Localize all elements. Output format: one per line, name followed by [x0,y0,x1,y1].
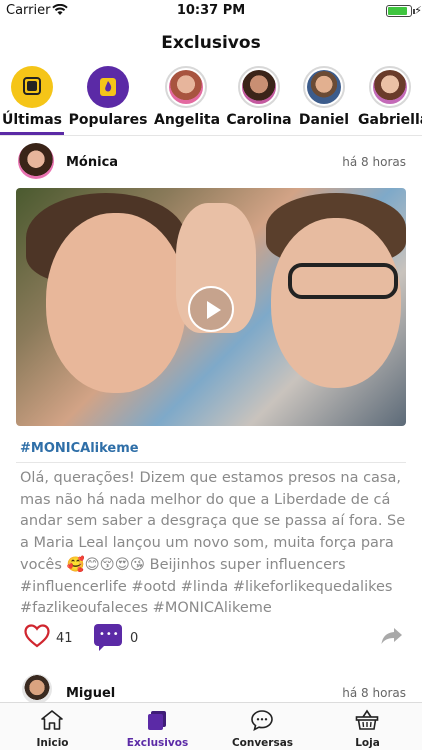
charging-icon: ⚡ [414,4,422,17]
post-header: Mónica há 8 horas [0,140,422,184]
home-icon [41,710,63,730]
divider [0,135,422,136]
story-tab-gabriella[interactable]: Gabriella [358,66,422,128]
avatar[interactable] [22,674,52,704]
latest-icon [11,66,53,108]
story-tab-carolina[interactable]: Carolina [226,66,292,128]
post-hashtag[interactable]: #MONICAlikeme [20,441,139,456]
divider [16,462,406,463]
story-tab-popular[interactable]: Populares [68,66,148,128]
tab-label: Conversas [231,737,294,749]
play-button[interactable] [188,286,234,332]
story-label: Gabriella [358,112,422,128]
story-label: Últimas [1,112,63,128]
battery-icon [386,5,412,17]
tab-exclusivos[interactable]: Exclusivos [105,703,210,750]
tab-label: Exclusivos [126,737,189,749]
clock: 10:37 PM [176,3,246,18]
comment-icon: ••• [99,629,120,640]
post-caption: Olá, querações! Dizem que estamos presos… [20,470,406,617]
tab-label: Loja [355,737,380,749]
photo-detail [271,218,401,388]
status-bar: Carrier 10:37 PM ⚡ [0,0,422,22]
avatar [369,66,411,108]
avatar [165,66,207,108]
post-author[interactable]: Miguel [66,686,115,701]
post-video[interactable] [16,188,406,426]
post-timestamp: há 8 horas [342,155,406,169]
comment-count: 0 [130,631,139,646]
story-label: Carolina [226,112,292,128]
flame-icon [87,66,129,108]
play-icon [207,301,221,319]
avatar [238,66,280,108]
page-title: Exclusivos [161,33,261,53]
share-button[interactable] [380,626,404,650]
story-label: Populares [68,112,148,128]
comment-icon-tail [99,644,106,651]
exclusive-icon [148,711,166,730]
comment-button[interactable]: ••• [94,624,122,651]
photo-detail [288,263,398,299]
post-timestamp: há 8 horas [342,686,406,700]
post-author[interactable]: Mónica [66,155,118,170]
tab-label: Inicio [36,737,69,749]
chat-icon [251,710,273,731]
share-icon [381,628,402,644]
story-tab-angelita[interactable]: Angelita [154,66,221,128]
story-tab-daniel[interactable]: Daniel [292,66,356,128]
story-filter-bar: Últimas Populares Angelita Carolina Dani… [0,66,422,136]
basket-icon [355,709,379,730]
tab-bar: Inicio Exclusivos Conversas Loja [0,702,422,750]
post-actions: 41 ••• 0 [0,624,422,654]
photo-detail [46,213,186,393]
like-button[interactable] [24,624,50,652]
heart-icon [24,624,50,648]
tab-conversas[interactable]: Conversas [210,703,315,750]
avatar[interactable] [18,143,54,179]
like-count: 41 [56,631,73,646]
tab-loja[interactable]: Loja [315,703,420,750]
tab-inicio[interactable]: Inicio [0,703,105,750]
story-label: Daniel [298,112,350,128]
avatar [303,66,345,108]
feed-post: Miguel há 8 horas [0,668,422,704]
story-tab-latest[interactable]: Últimas [0,66,64,128]
story-label: Angelita [154,112,221,128]
